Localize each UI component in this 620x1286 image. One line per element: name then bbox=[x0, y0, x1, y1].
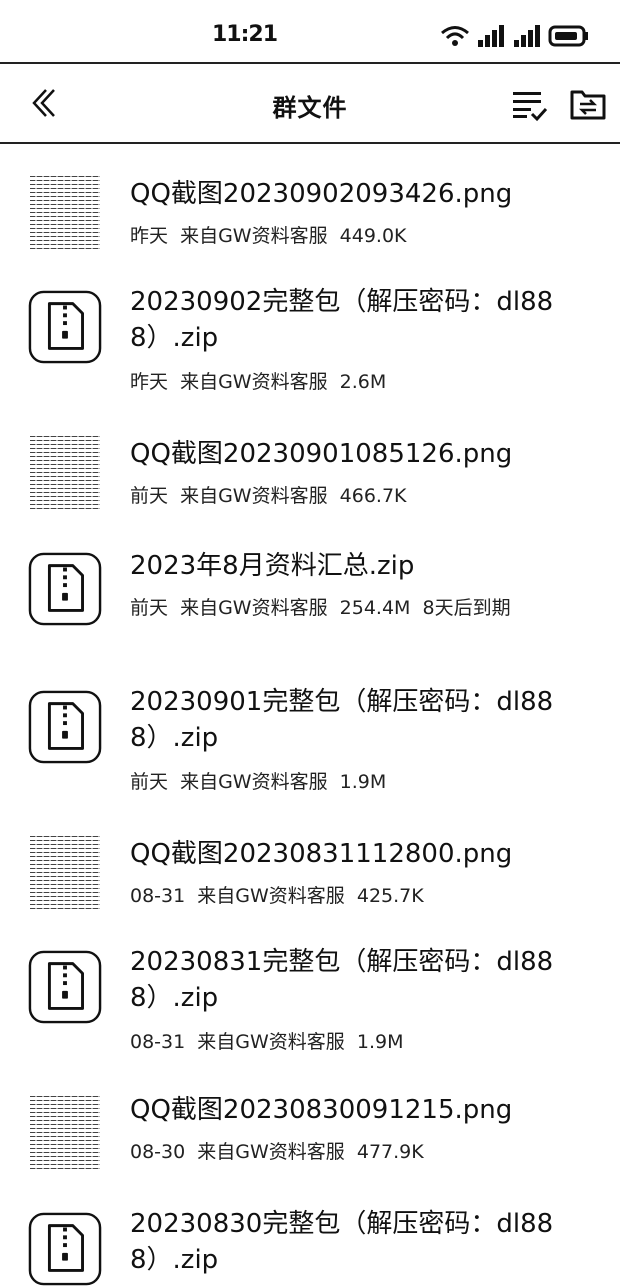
file-meta: 前天 来自GW资料客服 1.9M bbox=[130, 771, 387, 793]
nav-divider bbox=[0, 142, 620, 144]
zip-file-icon bbox=[28, 552, 102, 626]
zip-file-icon bbox=[28, 290, 102, 364]
file-name: QQ截图20230831112800.png bbox=[130, 839, 513, 869]
nav-bar: 群文件 bbox=[0, 64, 620, 142]
image-thumbnail bbox=[28, 836, 102, 910]
zip-file-icon bbox=[28, 690, 102, 764]
file-name: QQ截图20230902093426.png bbox=[130, 179, 513, 209]
file-item[interactable]: 2023年8月资料汇总.zip 前天 来自GW资料客服 254.4M 8天后到期 bbox=[0, 546, 620, 666]
file-item[interactable]: 20230902完整包（解压密码：dl888）.zip 昨天 来自GW资料客服 … bbox=[0, 284, 620, 414]
file-item[interactable]: 20230831完整包（解压密码：dl888）.zip 08-31 来自GW资料… bbox=[0, 944, 620, 1074]
file-name: 2023年8月资料汇总.zip bbox=[130, 551, 415, 581]
folder-transfer-icon bbox=[570, 90, 606, 120]
image-thumbnail bbox=[28, 1096, 102, 1170]
file-meta: 08-31 来自GW资料客服 425.7K bbox=[130, 885, 424, 907]
wifi-icon bbox=[441, 26, 469, 46]
zip-file-icon bbox=[28, 1212, 102, 1286]
file-meta: 08-31 来自GW资料客服 1.9M bbox=[130, 1031, 404, 1053]
status-icons bbox=[440, 22, 590, 50]
file-item[interactable]: 20230830完整包（解压密码：dl888）.zip bbox=[0, 1206, 620, 1286]
battery-icon bbox=[548, 25, 588, 47]
file-name: 20230902完整包（解压密码：dl888）.zip bbox=[130, 287, 554, 353]
folder-transfer-button[interactable] bbox=[568, 84, 608, 124]
file-meta: 前天 来自GW资料客服 466.7K bbox=[130, 485, 407, 507]
image-thumbnail bbox=[28, 436, 102, 510]
zip-file-icon bbox=[28, 950, 102, 1024]
file-meta: 昨天 来自GW资料客服 2.6M bbox=[130, 371, 387, 393]
file-name: 20230901完整包（解压密码：dl888）.zip bbox=[130, 687, 554, 753]
file-name: QQ截图20230830091215.png bbox=[130, 1095, 513, 1125]
file-meta: 昨天 来自GW资料客服 449.0K bbox=[130, 225, 407, 247]
file-meta: 前天 来自GW资料客服 254.4M 8天后到期 bbox=[130, 597, 511, 619]
multi-select-button[interactable] bbox=[510, 84, 550, 124]
file-meta: 08-30 来自GW资料客服 477.9K bbox=[130, 1141, 424, 1163]
file-item[interactable]: 20230901完整包（解压密码：dl888）.zip 前天 来自GW资料客服 … bbox=[0, 684, 620, 814]
signal-icon bbox=[478, 25, 504, 47]
file-item[interactable]: QQ截图20230831112800.png 08-31 来自GW资料客服 42… bbox=[0, 832, 620, 932]
signal-icon-2 bbox=[514, 25, 540, 47]
file-name: QQ截图20230901085126.png bbox=[130, 439, 513, 469]
file-name: 20230830完整包（解压密码：dl888）.zip bbox=[130, 1209, 554, 1275]
file-item[interactable]: QQ截图20230902093426.png 昨天 来自GW资料客服 449.0… bbox=[0, 172, 620, 272]
status-bar: 11:21 bbox=[0, 0, 620, 62]
list-check-icon bbox=[513, 92, 548, 122]
image-thumbnail bbox=[28, 176, 102, 250]
file-item[interactable]: QQ截图20230901085126.png 前天 来自GW资料客服 466.7… bbox=[0, 432, 620, 532]
file-name: 20230831完整包（解压密码：dl888）.zip bbox=[130, 947, 554, 1013]
status-time: 11:21 bbox=[212, 22, 278, 47]
file-item[interactable]: QQ截图20230830091215.png 08-30 来自GW资料客服 47… bbox=[0, 1092, 620, 1192]
